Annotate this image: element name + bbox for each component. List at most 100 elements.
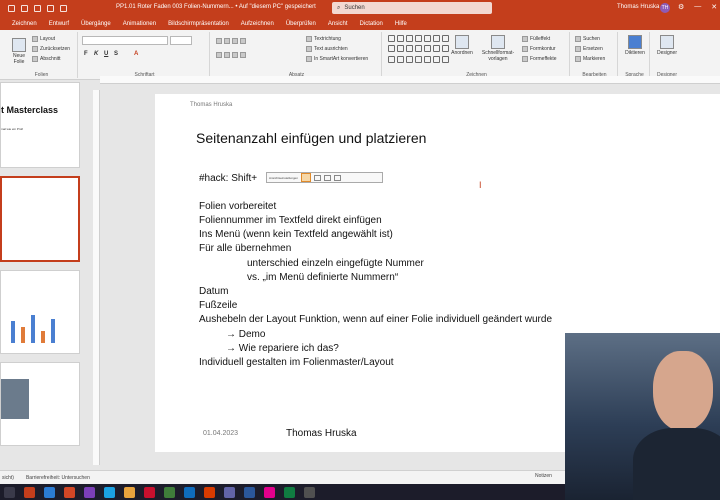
designer-button[interactable]: Designer: [654, 35, 680, 56]
app-icon[interactable]: [124, 486, 135, 498]
tab-hilfe[interactable]: Hilfe: [389, 19, 413, 30]
dictate-button[interactable]: Diktieren: [622, 35, 648, 56]
underline-button[interactable]: U: [104, 51, 108, 57]
user-name[interactable]: Thomas Hruska: [617, 4, 659, 10]
shape-icon[interactable]: [424, 35, 431, 42]
slide-thumbnail[interactable]: t Masterclass mal wie ein Profi: [0, 82, 80, 168]
accessibility-status[interactable]: Barrierefreiheit: Untersuchen: [26, 475, 90, 481]
slide-date[interactable]: 01.04.2023: [203, 430, 238, 437]
tab-bildschirmpraesentation[interactable]: Bildschirmpräsentation: [162, 19, 235, 30]
app-icon[interactable]: [164, 486, 175, 498]
shape-icon[interactable]: [433, 55, 440, 63]
slideshow-icon[interactable]: [334, 174, 342, 181]
app-icon[interactable]: [204, 486, 215, 498]
body-line[interactable]: vs. „im Menü definierte Nummern“: [247, 272, 398, 283]
view-settings-toolbar[interactable]: Ansichtseinstellungen: [266, 172, 383, 183]
app-icon[interactable]: [304, 486, 315, 498]
save-icon[interactable]: [8, 4, 15, 12]
body-line[interactable]: Foliennummer im Textfeld direkt einfügen: [199, 215, 382, 226]
shape-icon[interactable]: [424, 55, 431, 63]
hack-text[interactable]: #hack: Shift+: [199, 173, 257, 184]
section-button[interactable]: Abschnitt: [32, 56, 61, 62]
shadow-button[interactable]: S: [114, 51, 118, 57]
undo-icon[interactable]: [21, 4, 28, 12]
tab-zeichnen[interactable]: Zeichnen: [6, 19, 43, 30]
minimize-icon[interactable]: —: [694, 3, 701, 11]
search-box[interactable]: ⌕ Suchen: [332, 2, 492, 14]
shape-icon[interactable]: [406, 45, 413, 53]
new-slide-button[interactable]: Neue Folie: [8, 38, 30, 65]
slide-title[interactable]: Seitenanzahl einfügen und platzieren: [196, 130, 426, 146]
replace-button[interactable]: Ersetzen: [575, 46, 603, 52]
shape-icon[interactable]: [415, 35, 422, 42]
tab-ansicht[interactable]: Ansicht: [322, 19, 354, 30]
align-text-button[interactable]: Text ausrichten: [306, 46, 348, 52]
body-line[interactable]: Ins Menü (wenn kein Textfeld angewählt i…: [199, 229, 393, 240]
font-name-box[interactable]: [82, 36, 168, 45]
shape-icon[interactable]: [442, 45, 449, 53]
convert-smartart-button[interactable]: In SmartArt konvertieren: [306, 56, 368, 62]
tab-entwurf[interactable]: Entwurf: [43, 19, 75, 30]
shape-icon[interactable]: [388, 35, 395, 42]
fill-button[interactable]: Fülleffekt: [522, 36, 550, 42]
body-line[interactable]: Datum: [199, 286, 228, 297]
tab-uebergaenge[interactable]: Übergänge: [75, 19, 117, 30]
body-line[interactable]: Individuell gestalten im Folienmaster/La…: [199, 357, 394, 368]
select-button[interactable]: Markieren: [575, 56, 605, 62]
tab-ueberpruefen[interactable]: Überprüfen: [280, 19, 322, 30]
avatar[interactable]: TH: [660, 3, 670, 13]
tab-aufzeichnen[interactable]: Aufzeichnen: [235, 19, 280, 30]
body-line[interactable]: → Wie repariere ich das?: [226, 343, 339, 354]
slide-thumbnail-selected[interactable]: [0, 176, 80, 262]
outline-button[interactable]: Formkontur: [522, 46, 556, 52]
shape-icon[interactable]: [406, 35, 413, 42]
app-icon[interactable]: [144, 486, 155, 498]
app-icon[interactable]: [264, 486, 275, 498]
app-icon[interactable]: [244, 486, 255, 498]
quick-styles-button[interactable]: Schnellformat-vorlagen: [478, 35, 518, 62]
powerpoint-icon[interactable]: [24, 486, 35, 498]
slide-footer[interactable]: Thomas Hruska: [286, 428, 357, 439]
shape-icon[interactable]: [406, 55, 413, 63]
reading-view-icon[interactable]: [324, 174, 332, 181]
shape-icon[interactable]: [388, 55, 395, 63]
shape-icon[interactable]: [397, 35, 404, 42]
shape-icon[interactable]: [415, 55, 422, 63]
arrange-button[interactable]: Anordnen: [450, 35, 474, 56]
reset-button[interactable]: Zurücksetzen: [32, 46, 70, 52]
align-buttons[interactable]: [216, 52, 246, 58]
body-line[interactable]: unterschied einzeln eingefügte Nummer: [247, 258, 424, 269]
shapes-gallery[interactable]: [388, 35, 449, 65]
sorter-view-icon[interactable]: [314, 174, 322, 181]
bullets-button[interactable]: [216, 38, 246, 44]
shape-icon[interactable]: [433, 35, 440, 42]
shape-icon[interactable]: [442, 55, 449, 63]
find-button[interactable]: Suchen: [575, 36, 600, 42]
text-direction-button[interactable]: Textrichtung: [306, 36, 341, 42]
font-size-box[interactable]: [170, 36, 192, 45]
font-color-button[interactable]: A: [134, 51, 138, 57]
shape-icon[interactable]: [397, 55, 404, 63]
body-line[interactable]: Für alle übernehmen: [199, 243, 291, 254]
effects-button[interactable]: Formeffekte: [522, 56, 557, 62]
shape-icon[interactable]: [397, 45, 404, 53]
body-line[interactable]: Fußzeile: [199, 300, 237, 311]
settings-icon[interactable]: ⚙: [678, 3, 684, 11]
slide-thumbnail[interactable]: [0, 362, 80, 446]
present-icon[interactable]: [47, 4, 54, 12]
bold-button[interactable]: F: [84, 51, 88, 57]
app-icon[interactable]: [224, 486, 235, 498]
shape-icon[interactable]: [424, 45, 431, 53]
tab-animationen[interactable]: Animationen: [117, 19, 162, 30]
notes-button[interactable]: Notizen: [535, 473, 552, 479]
app-icon[interactable]: [184, 486, 195, 498]
app-icon[interactable]: [104, 486, 115, 498]
search-icon[interactable]: [4, 486, 15, 498]
app-icon[interactable]: [84, 486, 95, 498]
shape-icon[interactable]: [415, 45, 422, 53]
app-icon[interactable]: [64, 486, 75, 498]
normal-view-icon[interactable]: [301, 173, 312, 182]
tab-dictation[interactable]: Dictation: [354, 19, 389, 30]
body-line[interactable]: Aushebeln der Layout Funktion, wenn auf …: [199, 314, 552, 325]
shape-icon[interactable]: [433, 45, 440, 53]
